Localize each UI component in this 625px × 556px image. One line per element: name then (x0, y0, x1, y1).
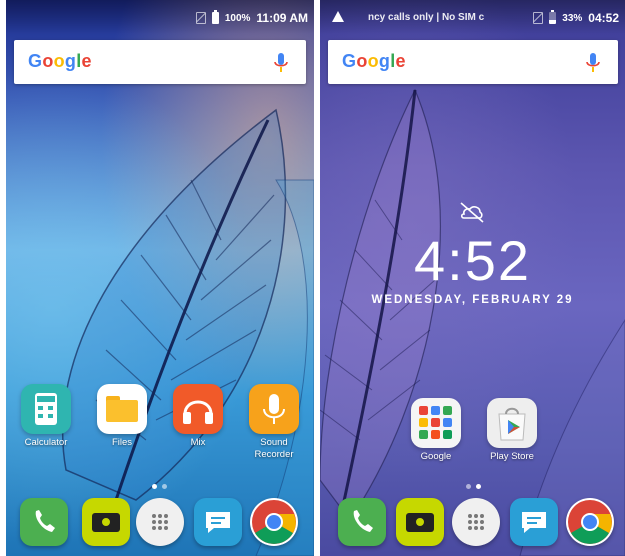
google-folder-icon (411, 398, 461, 448)
lock-screen-right: ncy calls only | No SIM c 33% 04:52 Goog… (320, 0, 625, 556)
battery-icon (549, 10, 557, 24)
mic-icon[interactable] (272, 52, 290, 74)
home-screen-left: 100% 11:09 AM Google Calculator Files Mi… (6, 0, 314, 556)
app-mix[interactable]: Mix (166, 384, 230, 449)
google-search-bar[interactable]: Google (14, 40, 306, 84)
phone-icon[interactable] (20, 498, 68, 546)
battery-percent: 33% (562, 12, 583, 24)
page-dot (476, 484, 481, 489)
app-calculator[interactable]: Calculator (14, 384, 78, 449)
no-sim-icon (533, 12, 544, 24)
play-store-icon (487, 398, 537, 448)
google-logo: Google (28, 51, 92, 71)
camera-icon[interactable] (82, 498, 130, 546)
phone-icon[interactable] (338, 498, 386, 546)
app-label: Google (420, 451, 452, 462)
emergency-calls-notice: ncy calls only | No SIM c (368, 12, 485, 23)
lock-clock-time: 4:52 (414, 229, 531, 292)
camera-icon[interactable] (396, 498, 444, 546)
page-dot (152, 484, 157, 489)
no-sim-icon (195, 12, 206, 24)
messages-icon[interactable] (510, 498, 558, 546)
dock (320, 490, 625, 556)
battery-icon (211, 10, 219, 24)
app-label: Sound Recorder (254, 437, 294, 460)
warning-icon (332, 11, 344, 22)
mic-icon[interactable] (584, 52, 602, 74)
calculator-icon (21, 384, 71, 434)
page-indicator (466, 484, 481, 489)
page-dot (162, 484, 167, 489)
app-label: Play Store (490, 451, 534, 462)
app-google-folder[interactable]: Google (404, 398, 468, 463)
app-label: Files (111, 437, 133, 448)
chrome-icon[interactable] (566, 498, 614, 546)
chrome-icon[interactable] (250, 498, 298, 546)
app-label: Calculator (24, 437, 68, 448)
messages-icon[interactable] (194, 498, 242, 546)
app-label: Mix (190, 437, 206, 448)
dock (6, 490, 314, 556)
lock-clock-date: WEDNESDAY, FEBRUARY 29 (371, 294, 574, 306)
app-files[interactable]: Files (90, 384, 154, 449)
app-play-store[interactable]: Play Store (480, 398, 544, 463)
files-folder-icon (97, 384, 147, 434)
status-time: 04:52 (588, 11, 619, 25)
app-drawer-icon[interactable] (136, 498, 184, 546)
status-bar: 100% 11:09 AM (6, 0, 314, 34)
status-time: 11:09 AM (256, 11, 308, 25)
page-dot (466, 484, 471, 489)
status-bar: ncy calls only | No SIM c 33% 04:52 (320, 0, 625, 34)
battery-percent: 100% (224, 12, 251, 24)
cloud-off-icon (460, 202, 484, 223)
google-search-bar[interactable]: Google (328, 40, 618, 84)
app-drawer-icon[interactable] (452, 498, 500, 546)
google-logo: Google (342, 51, 406, 71)
app-sound-recorder[interactable]: Sound Recorder (242, 384, 306, 461)
page-indicator (152, 484, 167, 489)
microphone-icon (249, 384, 299, 434)
headphones-icon (173, 384, 223, 434)
